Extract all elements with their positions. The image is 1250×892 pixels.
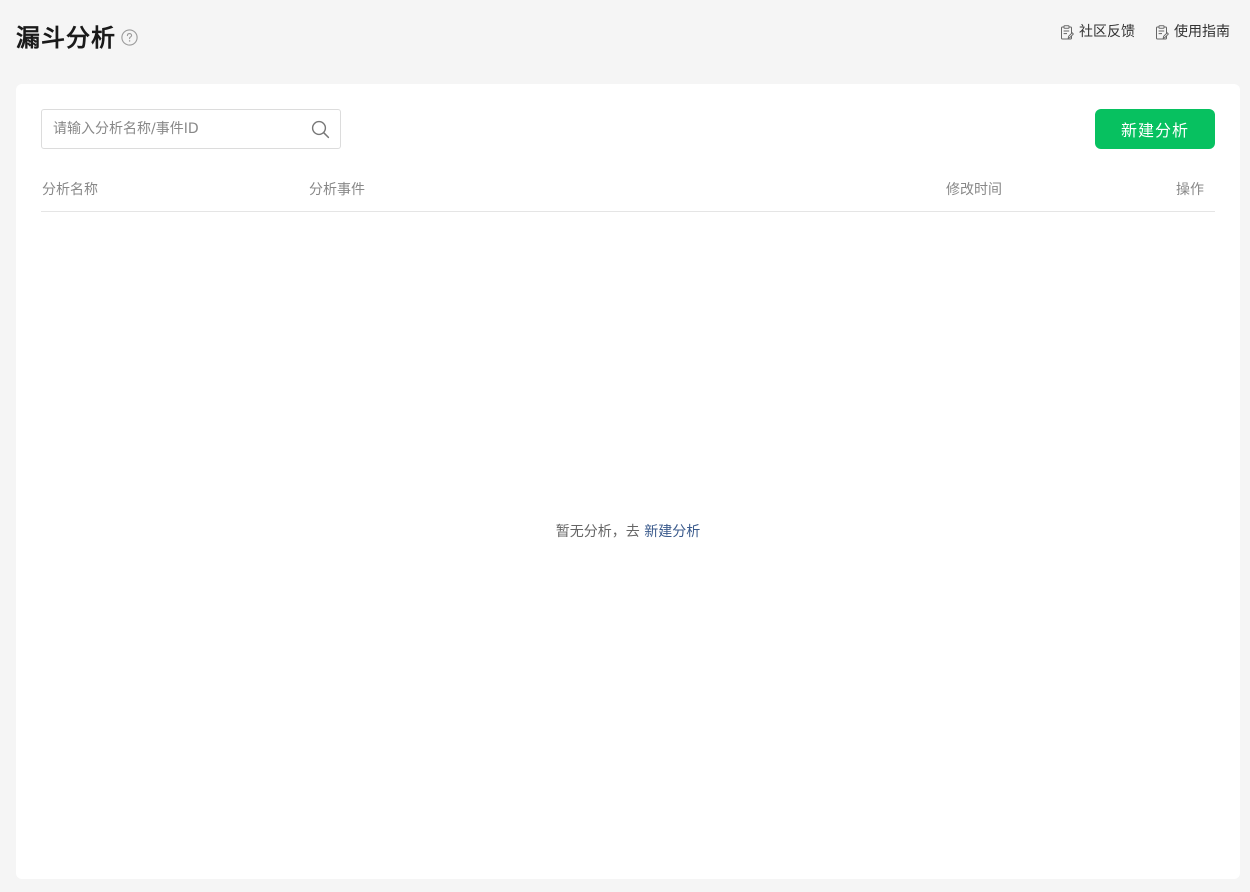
- analysis-list-card: 新建分析 分析名称 分析事件 修改时间 操作 暂无分析，去 新建分析: [16, 84, 1240, 879]
- header-links: 社区反馈 使用指南: [1060, 22, 1230, 42]
- clipboard-edit-icon: [1061, 24, 1074, 39]
- column-header-modified-time: 修改时间: [946, 182, 1002, 198]
- search-icon[interactable]: [311, 120, 330, 139]
- community-feedback-link[interactable]: 社区反馈: [1060, 22, 1135, 42]
- new-analysis-button[interactable]: 新建分析: [1095, 109, 1215, 149]
- empty-state-text: 暂无分析，去: [555, 524, 640, 540]
- search-box: [41, 109, 341, 149]
- column-header-analysis-event: 分析事件: [309, 182, 365, 198]
- empty-state-new-analysis-link[interactable]: 新建分析: [644, 524, 700, 540]
- user-guide-link[interactable]: 使用指南: [1155, 22, 1230, 42]
- clipboard-edit-icon: [1156, 24, 1169, 39]
- community-feedback-label: 社区反馈: [1079, 24, 1135, 40]
- column-header-actions: 操作: [1176, 182, 1204, 198]
- page-title: 漏斗分析: [16, 24, 116, 52]
- funnel-analysis-page: 漏斗分析 社区反馈 使用指南 请输入分析名称/事件ID 新建分析 分析名称 分析…: [0, 0, 1250, 892]
- user-guide-label: 使用指南: [1174, 24, 1230, 40]
- search-input[interactable]: [42, 110, 302, 148]
- table-header: 分析名称 分析事件 修改时间 操作: [41, 176, 1215, 212]
- column-header-analysis-name: 分析名称: [42, 182, 98, 198]
- empty-state: 暂无分析，去 新建分析: [16, 522, 1240, 542]
- page-header: 漏斗分析 社区反馈 使用指南: [0, 0, 1250, 84]
- question-circle-icon[interactable]: [121, 29, 138, 46]
